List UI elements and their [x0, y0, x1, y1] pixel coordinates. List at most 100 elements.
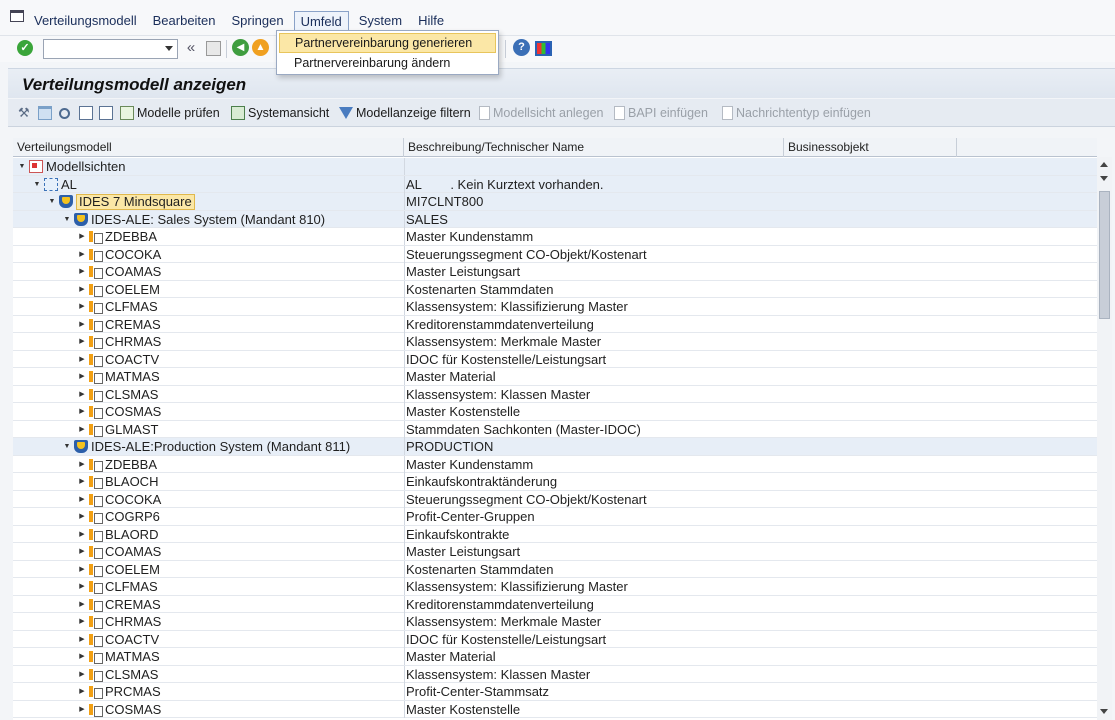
tree-node-label[interactable]: CREMAS — [105, 316, 161, 333]
scroll-down-icon[interactable] — [1100, 176, 1108, 181]
tree-node-label[interactable]: COAMAS — [105, 543, 161, 560]
table-row[interactable]: ▼ AL AL . Kein Kurztext vorhanden. — [13, 175, 1097, 193]
expand-toggle-closed-icon[interactable]: ▶ — [77, 281, 87, 298]
table-row[interactable]: ▶ CREMAS Kreditorenstammdatenverteilung — [13, 315, 1097, 333]
tree-node-label[interactable]: Modellsichten — [46, 158, 126, 175]
tree-node-cell[interactable]: ▶ COELEM — [13, 561, 404, 578]
expand-toggle-open-icon[interactable]: ▼ — [62, 211, 72, 228]
tree-node-label[interactable]: BLAORD — [105, 526, 158, 543]
tree-node-label[interactable]: BLAOCH — [105, 473, 158, 490]
tree-node-cell[interactable]: ▼ IDES 7 Mindsquare — [13, 193, 404, 210]
expand-toggle-closed-icon[interactable]: ▶ — [77, 526, 87, 543]
enter-check-icon[interactable]: ✓ — [17, 40, 33, 56]
menu-umfeld[interactable]: Umfeld — [293, 11, 349, 32]
table-row[interactable]: ▶ BLAORD Einkaufskontrakte — [13, 525, 1097, 543]
tree-node-cell[interactable]: ▶ BLAORD — [13, 526, 404, 543]
expand-toggle-closed-icon[interactable]: ▶ — [77, 456, 87, 473]
table-row[interactable]: ▶ COELEM Kostenarten Stammdaten — [13, 560, 1097, 578]
expand-toggle-closed-icon[interactable]: ▶ — [77, 578, 87, 595]
expand-toggle-open-icon[interactable]: ▼ — [17, 158, 27, 175]
table-row[interactable]: ▼ Modellsichten — [13, 158, 1097, 176]
expand-toggle-closed-icon[interactable]: ▶ — [77, 351, 87, 368]
menu-hilfe[interactable]: Hilfe — [412, 11, 450, 32]
tree-node-label[interactable]: ZDEBBA — [105, 456, 157, 473]
check-models-button[interactable]: Modelle prüfen — [120, 105, 220, 121]
tree-node-label[interactable]: CHRMAS — [105, 333, 161, 350]
tree-node-label[interactable]: CLSMAS — [105, 386, 158, 403]
tree-node-label[interactable]: MATMAS — [105, 648, 160, 665]
tree-node-label[interactable]: PRCMAS — [105, 683, 161, 700]
expand-toggle-closed-icon[interactable]: ▶ — [77, 648, 87, 665]
tree-node-label[interactable]: CLFMAS — [105, 298, 158, 315]
create-view-button[interactable]: Modellsicht anlegen — [479, 105, 604, 121]
tree-node-cell[interactable]: ▶ CHRMAS — [13, 613, 404, 630]
table-row[interactable]: ▶ COACTV IDOC für Kostenstelle/Leistungsar… — [13, 630, 1097, 648]
table-row[interactable]: ▶ BLAOCH Einkaufskontraktänderung — [13, 473, 1097, 491]
tree-node-label[interactable]: IDES-ALE:Production System (Mandant 811) — [91, 438, 350, 455]
edit-tool-button[interactable]: ⚒ — [18, 105, 35, 121]
table-row[interactable]: ▶ ZDEBBA Master Kundenstamm — [13, 228, 1097, 246]
table-row[interactable]: ▶ COSMAS Master Kostenstelle — [13, 700, 1097, 718]
help-icon[interactable]: ? — [513, 39, 530, 56]
expand-toggle-closed-icon[interactable]: ▶ — [77, 631, 87, 648]
expand-toggle-closed-icon[interactable]: ▶ — [77, 263, 87, 280]
save-icon[interactable] — [204, 39, 222, 57]
expand-toggle-closed-icon[interactable]: ▶ — [77, 508, 87, 525]
filter-display-button[interactable]: Modellanzeige filtern — [339, 105, 471, 121]
tree-node-cell[interactable]: ▼ IDES-ALE:Production System (Mandant 811… — [13, 438, 404, 455]
expand-toggle-closed-icon[interactable]: ▶ — [77, 491, 87, 508]
expand-toggle-closed-icon[interactable]: ▶ — [77, 228, 87, 245]
tree-node-cell[interactable]: ▶ MATMAS — [13, 648, 404, 665]
tree-node-label[interactable]: COSMAS — [105, 701, 161, 718]
expand-toggle-closed-icon[interactable]: ▶ — [77, 701, 87, 718]
menu-verteilungsmodell[interactable]: Verteilungsmodell — [28, 11, 143, 32]
column-header-description[interactable]: Beschreibung/Technischer Name — [404, 138, 784, 157]
table-row[interactable]: ▶ COCOKA Steuerungssegment CO-Objekt/Koste… — [13, 490, 1097, 508]
tree-node-cell[interactable]: ▶ PRCMAS — [13, 683, 404, 700]
expand-toggle-closed-icon[interactable]: ▶ — [77, 333, 87, 350]
menu-system[interactable]: System — [353, 11, 408, 32]
tree-node-label[interactable]: CLSMAS — [105, 666, 158, 683]
tree-node-label[interactable]: COELEM — [105, 281, 160, 298]
table-row[interactable]: ▶ COCOKA Steuerungssegment CO-Objekt/Koste… — [13, 245, 1097, 263]
tree-node-cell[interactable]: ▶ COGRP6 — [13, 508, 404, 525]
tree-node-cell[interactable]: ▶ COAMAS — [13, 543, 404, 560]
exit-icon[interactable]: ▲ — [252, 39, 269, 56]
expand-toggle-closed-icon[interactable]: ▶ — [77, 543, 87, 560]
back-icon[interactable]: ◀ — [232, 39, 249, 56]
table-row[interactable]: ▼ IDES-ALE: Sales System (Mandant 810) SAL… — [13, 210, 1097, 228]
tree-node-cell[interactable]: ▶ ZDEBBA — [13, 228, 404, 245]
tree-node-label[interactable]: COSMAS — [105, 403, 161, 420]
tree-node-cell[interactable]: ▶ CLSMAS — [13, 666, 404, 683]
expand-toggle-closed-icon[interactable]: ▶ — [77, 666, 87, 683]
tree-node-label[interactable]: COELEM — [105, 561, 160, 578]
expand-toggle-closed-icon[interactable]: ▶ — [77, 386, 87, 403]
table-row[interactable]: ▶ MATMAS Master Material — [13, 368, 1097, 386]
table-row[interactable]: ▶ CLFMAS Klassensystem: Klassifizierung Ma… — [13, 298, 1097, 316]
expand-toggle-open-icon[interactable]: ▼ — [47, 193, 57, 210]
expand-toggle-closed-icon[interactable]: ▶ — [77, 246, 87, 263]
table-row[interactable]: ▶ COGRP6 Profit-Center-Gruppen — [13, 508, 1097, 526]
delete-button[interactable] — [38, 105, 55, 121]
table-row[interactable]: ▶ PRCMAS Profit-Center-Stammsatz — [13, 683, 1097, 701]
collapse-toolbar-icon[interactable]: « — [182, 39, 200, 57]
tree-node-cell[interactable]: ▶ COACTV — [13, 631, 404, 648]
expand-toggle-closed-icon[interactable]: ▶ — [77, 613, 87, 630]
collapse-button[interactable] — [99, 105, 116, 121]
table-row[interactable]: ▶ ZDEBBA Master Kundenstamm — [13, 455, 1097, 473]
tree-node-label[interactable]: CHRMAS — [105, 613, 161, 630]
table-row[interactable]: ▶ CREMAS Kreditorenstammdatenverteilung — [13, 595, 1097, 613]
tree-node-cell[interactable]: ▼ Modellsichten — [13, 158, 404, 175]
tree-node-label[interactable]: COACTV — [105, 351, 159, 368]
menu-bearbeiten[interactable]: Bearbeiten — [147, 11, 222, 32]
scroll-thumb[interactable] — [1099, 191, 1110, 319]
tree-node-label[interactable]: COAMAS — [105, 263, 161, 280]
tree-node-cell[interactable]: ▶ COAMAS — [13, 263, 404, 280]
tree-node-label[interactable]: COGRP6 — [105, 508, 160, 525]
tree-node-label[interactable]: AL — [61, 176, 77, 193]
tree-node-cell[interactable]: ▶ COSMAS — [13, 403, 404, 420]
table-row[interactable]: ▶ COACTV IDOC für Kostenstelle/Leistungsar… — [13, 350, 1097, 368]
table-row[interactable]: ▼ IDES-ALE:Production System (Mandant 811… — [13, 438, 1097, 456]
table-row[interactable]: ▼ IDES 7 Mindsquare MI7CLNT800 — [13, 193, 1097, 211]
tree-node-label[interactable]: COCOKA — [105, 246, 161, 263]
